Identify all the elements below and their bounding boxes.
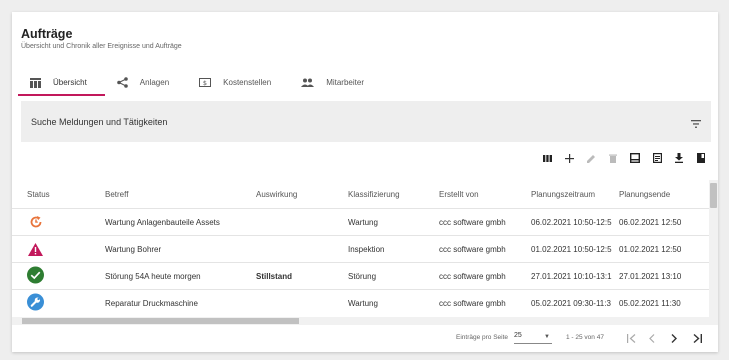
svg-text:$: $ bbox=[203, 79, 207, 87]
filter-icon[interactable] bbox=[691, 115, 701, 133]
pagination-bar: Einträge pro Seite 25 ▼ 1 - 25 von 47 bbox=[12, 325, 718, 352]
column-header-erstellt-von[interactable]: Erstellt von bbox=[439, 190, 531, 199]
tab-label: Anlagen bbox=[139, 78, 170, 87]
planungszeitraum-cell: 06.02.2021 10:50-12:5 bbox=[531, 217, 612, 227]
tab-label: Kostenstellen bbox=[223, 78, 272, 87]
download-icon[interactable] bbox=[668, 150, 690, 166]
klassifizierung-cell: Inspektion bbox=[348, 244, 385, 254]
inbox-icon[interactable] bbox=[624, 150, 646, 166]
klassifizierung-cell: Wartung bbox=[348, 217, 378, 227]
column-header-betreff[interactable]: Betreff bbox=[105, 190, 256, 199]
tab-anlagen[interactable]: Anlagen bbox=[105, 69, 187, 96]
column-header-planungsende[interactable]: Planungsende bbox=[619, 190, 709, 199]
betreff-cell: Wartung Anlagenbauteile Assets bbox=[105, 217, 220, 227]
klassifizierung-cell: Störung bbox=[348, 271, 377, 281]
delete-icon[interactable] bbox=[602, 150, 624, 166]
status-cell bbox=[12, 293, 105, 313]
scrollbar-thumb[interactable] bbox=[22, 318, 299, 324]
last-page-button[interactable] bbox=[689, 329, 705, 347]
scrollbar-thumb[interactable] bbox=[710, 183, 717, 208]
share-icon bbox=[116, 77, 128, 88]
first-page-button[interactable] bbox=[623, 329, 639, 347]
planungsende-cell: 06.02.2021 12:50 bbox=[619, 217, 682, 227]
erstellt-von-cell: ccc software gmbh bbox=[439, 298, 506, 308]
search-bar[interactable]: Suche Meldungen und Tätigkeiten bbox=[21, 101, 711, 142]
wrench-circle-icon bbox=[27, 293, 44, 311]
erstellt-von-cell: ccc software gmbh bbox=[439, 244, 506, 254]
horizontal-scrollbar[interactable] bbox=[12, 317, 718, 325]
planungsende-cell: 01.02.2021 12:50 bbox=[619, 244, 682, 254]
per-page-value: 25 bbox=[514, 332, 522, 339]
search-label: Suche Meldungen und Tätigkeiten bbox=[31, 116, 168, 127]
table-toolbar bbox=[536, 150, 712, 166]
column-header-auswirkung[interactable]: Auswirkung bbox=[256, 190, 348, 199]
column-header-planungszeitraum[interactable]: Planungszeitraum bbox=[531, 190, 619, 199]
page-title: Aufträge bbox=[21, 27, 73, 41]
columns-icon[interactable] bbox=[536, 150, 558, 166]
planungszeitraum-cell: 27.01.2021 10:10-13:1 bbox=[531, 271, 612, 281]
check-circle-icon bbox=[27, 266, 44, 284]
table-row[interactable]: Reparatur Druckmaschine Wartung ccc soft… bbox=[12, 289, 709, 316]
betreff-cell: Wartung Bohrer bbox=[105, 244, 162, 254]
auswirkung-cell: Stillstand bbox=[256, 271, 293, 281]
add-icon[interactable] bbox=[558, 150, 580, 166]
status-cell bbox=[12, 241, 105, 258]
page-range: 1 - 25 von 47 bbox=[566, 334, 604, 341]
planungsende-cell: 05.02.2021 11:30 bbox=[619, 298, 681, 308]
status-cell bbox=[12, 213, 105, 231]
betreff-cell: Reparatur Druckmaschine bbox=[105, 298, 198, 308]
per-page-select[interactable]: 25 ▼ bbox=[514, 332, 552, 344]
planungszeitraum-cell: 05.02.2021 09:30-11:3 bbox=[531, 298, 611, 308]
column-header-klassifizierung[interactable]: Klassifizierung bbox=[348, 190, 439, 199]
table-row[interactable]: Wartung Anlagenbauteile Assets Wartung c… bbox=[12, 208, 709, 235]
restart-icon bbox=[27, 213, 44, 230]
per-page-label: Einträge pro Seite bbox=[456, 334, 509, 341]
erstellt-von-cell: ccc software gmbh bbox=[439, 271, 506, 281]
page-subtitle: Übersicht und Chronik aller Ereignisse u… bbox=[21, 43, 182, 50]
tab-label: Mitarbeiter bbox=[326, 78, 364, 87]
dropdown-caret-icon: ▼ bbox=[544, 334, 550, 340]
table-row[interactable]: Wartung Bohrer Inspektion ccc software g… bbox=[12, 235, 709, 262]
orders-card: Aufträge Übersicht und Chronik aller Ere… bbox=[12, 12, 718, 352]
betreff-cell: Störung 54A heute morgen bbox=[105, 271, 201, 281]
orders-table: Status Betreff Auswirkung Klassifizierun… bbox=[12, 180, 709, 316]
table-header: Status Betreff Auswirkung Klassifizierun… bbox=[12, 180, 709, 208]
people-icon bbox=[301, 78, 315, 87]
tab-label: Übersicht bbox=[53, 78, 87, 87]
bookmark-icon[interactable] bbox=[690, 150, 712, 166]
vertical-scrollbar[interactable] bbox=[709, 180, 718, 317]
cost-center-icon: $ bbox=[199, 78, 212, 87]
next-page-button[interactable] bbox=[666, 329, 682, 347]
tab-kostenstellen[interactable]: $ Kostenstellen bbox=[187, 69, 289, 96]
klassifizierung-cell: Wartung bbox=[348, 298, 378, 308]
tab-uebersicht[interactable]: Übersicht bbox=[18, 69, 105, 96]
calendar-view-icon[interactable] bbox=[646, 150, 668, 166]
edit-icon[interactable] bbox=[580, 150, 602, 166]
table-row[interactable]: Störung 54A heute morgen Stillstand Stör… bbox=[12, 262, 709, 289]
table-view-icon bbox=[30, 77, 41, 88]
status-cell bbox=[12, 266, 105, 286]
erstellt-von-cell: ccc software gmbh bbox=[439, 217, 506, 227]
tab-mitarbeiter[interactable]: Mitarbeiter bbox=[289, 69, 382, 96]
tab-bar: Übersicht Anlagen $ Kostenstellen Mitarb… bbox=[18, 69, 382, 96]
previous-page-button[interactable] bbox=[644, 329, 660, 347]
planungszeitraum-cell: 01.02.2021 10:50-12:5 bbox=[531, 244, 612, 254]
warning-icon bbox=[27, 241, 44, 258]
column-header-status[interactable]: Status bbox=[12, 190, 105, 199]
planungsende-cell: 27.01.2021 13:10 bbox=[619, 271, 682, 281]
